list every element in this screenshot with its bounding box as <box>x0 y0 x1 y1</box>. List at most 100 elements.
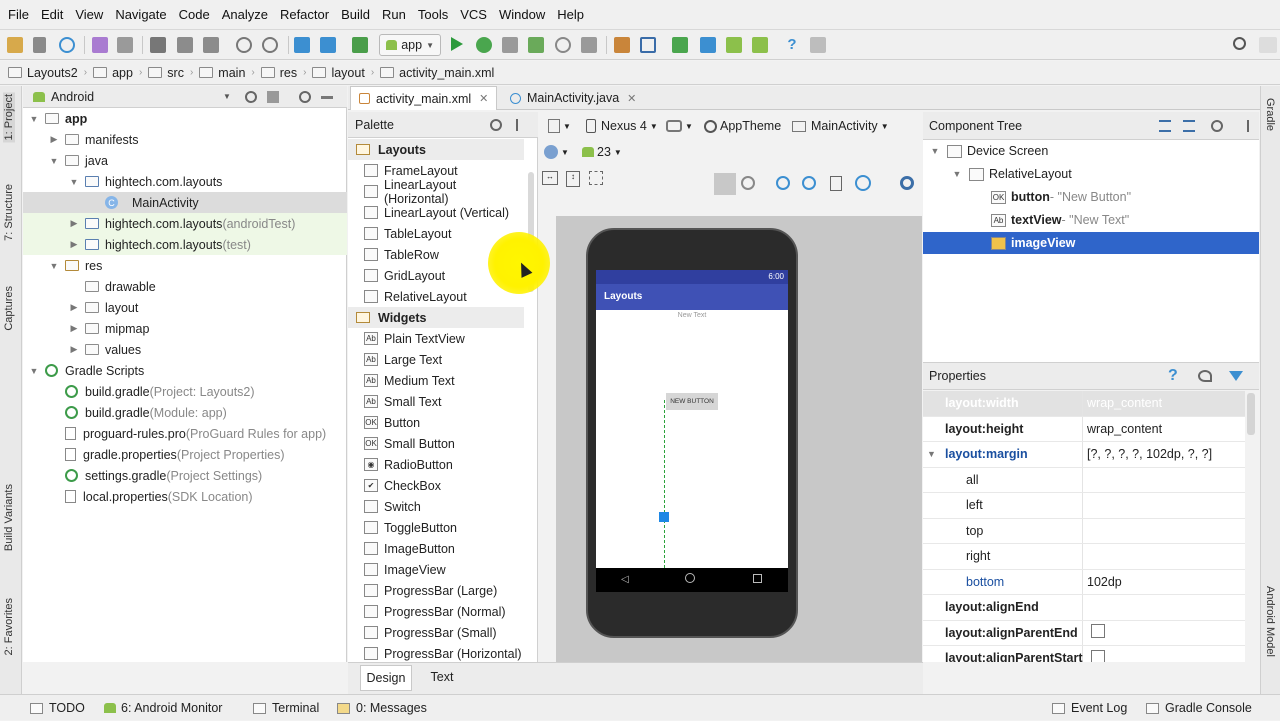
tree-item[interactable]: ▶ values <box>23 339 347 360</box>
preview-button[interactable]: NEW BUTTON <box>666 393 718 410</box>
property-row[interactable]: layout:alignEnd <box>923 595 1245 621</box>
palette-item[interactable]: ◉ RadioButton <box>348 454 524 475</box>
pin-icon[interactable] <box>516 118 528 131</box>
tree-item[interactable]: settings.gradle (Project Settings) <box>23 465 347 486</box>
palette-group[interactable]: Widgets <box>348 307 524 328</box>
menu-code[interactable]: Code <box>173 7 216 22</box>
chevron-down-icon[interactable]: ▼ <box>223 92 231 101</box>
menu-navigate[interactable]: Navigate <box>109 7 172 22</box>
reset-icon[interactable] <box>1198 370 1212 382</box>
gradle-console-button[interactable]: Gradle Console <box>1146 695 1252 721</box>
forward-icon[interactable] <box>320 37 336 53</box>
captures-tool-button[interactable]: Captures <box>3 286 15 331</box>
tree-item[interactable]: local.properties (SDK Location) <box>23 486 347 507</box>
orientation-button[interactable]: ▼ <box>660 115 699 137</box>
device-monitor-icon[interactable] <box>726 37 742 53</box>
collapsed-arrow-icon[interactable]: ▶ <box>69 239 79 250</box>
copy-icon[interactable] <box>177 37 193 53</box>
expanded-arrow-icon[interactable]: ▼ <box>49 156 59 166</box>
project-view-mode[interactable]: Android <box>51 90 94 104</box>
search-everywhere-icon[interactable] <box>1233 37 1246 50</box>
android-model-tool-button[interactable]: Android Model <box>1264 586 1276 657</box>
target-icon[interactable] <box>245 90 257 103</box>
zoom-out-icon[interactable] <box>802 176 816 190</box>
property-value[interactable]: [?, ?, ?, ?, 102dp, ?, ?] <box>1083 447 1212 461</box>
window-icon[interactable] <box>1259 37 1277 53</box>
zoom-in-icon[interactable] <box>776 176 790 190</box>
save-icon[interactable] <box>33 37 46 53</box>
palette-item[interactable]: ProgressBar (Large) <box>348 580 524 601</box>
collapsed-arrow-icon[interactable]: ▶ <box>69 344 79 355</box>
palette-item[interactable]: Ab Small Text <box>348 391 524 412</box>
menu-tools[interactable]: Tools <box>412 7 454 22</box>
palette-item[interactable]: OK Small Button <box>348 433 524 454</box>
build-variants-tool-button[interactable]: Build Variants <box>3 484 15 551</box>
undo-icon[interactable] <box>92 37 108 53</box>
locale-select[interactable]: ▼ <box>538 141 575 163</box>
settings-icon[interactable] <box>900 176 914 190</box>
menu-refactor[interactable]: Refactor <box>274 7 335 22</box>
open-folder-icon[interactable] <box>7 37 23 53</box>
run-icon[interactable] <box>451 37 463 51</box>
editor-tab[interactable]: MainActivity.java ✕ <box>502 86 644 110</box>
terminal-button[interactable]: Terminal <box>253 695 319 721</box>
activity-select[interactable]: MainActivity ▼ <box>786 115 895 137</box>
tree-item[interactable]: ▶ manifests <box>23 129 347 150</box>
zoom-fit-icon[interactable] <box>714 173 736 195</box>
checkbox[interactable] <box>1091 624 1105 639</box>
collapse-all-icon[interactable] <box>1183 119 1195 132</box>
api-level-select[interactable]: 23 ▼ <box>576 141 628 163</box>
component-tree-item[interactable]: ▼ Device Screen <box>923 140 1259 162</box>
expanded-arrow-icon[interactable]: ▼ <box>951 169 963 179</box>
theme-select[interactable]: AppTheme <box>698 115 787 137</box>
palette-item[interactable]: OK Button <box>348 412 524 433</box>
fill-icon[interactable] <box>589 171 603 185</box>
property-row[interactable]: all <box>923 467 1245 493</box>
breadcrumb-item[interactable]: res › <box>260 66 306 80</box>
gear-icon[interactable] <box>299 90 311 103</box>
screenshot-icon[interactable] <box>830 176 842 191</box>
tree-item[interactable]: ▼ res <box>23 255 347 276</box>
find-icon[interactable] <box>236 37 252 53</box>
run-config-select[interactable]: app ▼ <box>379 34 441 56</box>
tree-item[interactable]: build.gradle (Module: app) <box>23 402 347 423</box>
palette-item[interactable]: ImageButton <box>348 538 524 559</box>
breadcrumb-item[interactable]: app › <box>93 66 142 80</box>
palette-item[interactable]: ✔ CheckBox <box>348 475 524 496</box>
menu-file[interactable]: File <box>2 7 35 22</box>
hide-icon[interactable] <box>321 96 333 99</box>
device-file-icon[interactable] <box>810 37 826 53</box>
component-tree-item[interactable]: imageView <box>923 232 1259 254</box>
refresh-icon[interactable] <box>855 175 871 191</box>
tree-item[interactable]: C MainActivity <box>23 192 347 213</box>
breadcrumb-item[interactable]: activity_main.xml <box>380 66 494 80</box>
expanded-arrow-icon[interactable]: ▼ <box>29 114 39 124</box>
project-tool-button[interactable]: 1: Project <box>3 92 15 143</box>
hide-icon[interactable] <box>1237 119 1249 132</box>
expand-all-icon[interactable] <box>1159 119 1171 132</box>
tree-item[interactable]: ▶ layout <box>23 297 347 318</box>
menu-analyze[interactable]: Analyze <box>216 7 274 22</box>
imageview-handle[interactable] <box>659 512 669 522</box>
expand-horizontal-icon[interactable]: ↔ <box>542 171 558 185</box>
property-value[interactable]: wrap_content <box>1083 396 1162 410</box>
menu-vcs[interactable]: VCS <box>454 7 493 22</box>
help-icon[interactable]: ? <box>784 37 800 53</box>
collapsed-arrow-icon[interactable]: ▶ <box>49 134 59 145</box>
property-row[interactable]: ▼ layout:margin [?, ?, ?, ?, 102dp, ?, ?] <box>923 442 1245 468</box>
close-icon[interactable]: ✕ <box>627 92 636 105</box>
cut-icon[interactable] <box>150 37 166 53</box>
expanded-arrow-icon[interactable]: ▼ <box>929 146 941 156</box>
expanded-arrow-icon[interactable]: ▼ <box>927 449 937 459</box>
property-value[interactable]: 102dp <box>1083 575 1122 589</box>
palette-item[interactable]: ProgressBar (Horizontal) <box>348 643 524 662</box>
help-icon[interactable]: ? <box>1168 367 1178 385</box>
filter-icon[interactable] <box>1229 371 1243 381</box>
tree-item[interactable]: ▼ java <box>23 150 347 171</box>
palette-item[interactable]: ProgressBar (Normal) <box>348 601 524 622</box>
messages-button[interactable]: 0: Messages <box>337 695 427 721</box>
favorites-tool-button[interactable]: 2: Favorites <box>3 598 15 655</box>
tree-item[interactable]: ▼ app <box>23 108 347 129</box>
palette-item[interactable]: Ab Large Text <box>348 349 524 370</box>
editor-tab[interactable]: activity_main.xml ✕ <box>350 86 498 110</box>
